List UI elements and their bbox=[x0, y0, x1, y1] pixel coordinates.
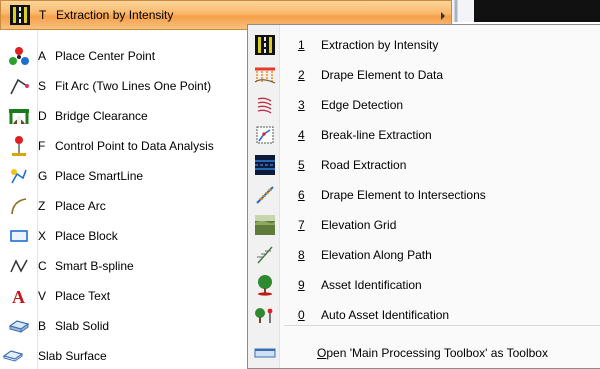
submenu-item-number: 3 bbox=[298, 98, 305, 112]
asset-identification-icon bbox=[254, 274, 276, 296]
block-icon bbox=[8, 225, 30, 247]
text-icon: A bbox=[8, 285, 30, 307]
menu-item-label: Slab Surface bbox=[38, 349, 107, 363]
bspline-icon bbox=[8, 255, 30, 277]
control-point-icon bbox=[8, 135, 30, 157]
submenu-item-8[interactable]: 8 Elevation Along Path bbox=[248, 240, 600, 270]
slab-surface-icon bbox=[2, 345, 24, 367]
bridge-clearance-icon bbox=[8, 105, 30, 127]
menu-item-accelerator: V bbox=[38, 289, 47, 303]
submenu-item-5[interactable]: 5 Road Extraction bbox=[248, 150, 600, 180]
extraction-intensity-icon bbox=[254, 34, 276, 56]
toolbox-icon bbox=[254, 342, 276, 364]
submenu-item-6[interactable]: 6 Drape Element to Intersections bbox=[248, 180, 600, 210]
menu-item-accelerator: G bbox=[38, 169, 48, 183]
slab-solid-icon bbox=[8, 315, 30, 337]
menu-item-label: Place SmartLine bbox=[55, 169, 144, 183]
submenu-item-number: 5 bbox=[298, 158, 305, 172]
accelerator-letter: O bbox=[317, 346, 327, 360]
open-toolbox-label: pen 'Main Processing Toolbox' as Toolbox bbox=[326, 346, 548, 360]
menu-item-label: Smart B-spline bbox=[55, 259, 134, 273]
menu-item-label: Place Center Point bbox=[55, 49, 156, 63]
submenu-item-number: 9 bbox=[298, 278, 305, 292]
submenu-item-number: 0 bbox=[298, 308, 305, 322]
center-point-icon bbox=[8, 45, 30, 67]
submenu-item-label: Edge Detection bbox=[321, 98, 404, 112]
menu-item-label: Place Arc bbox=[55, 199, 106, 213]
submenu-item-number: 4 bbox=[298, 128, 305, 142]
arc-icon bbox=[8, 195, 30, 217]
edge-detection-icon bbox=[254, 94, 276, 116]
menu-item-accelerator: C bbox=[38, 259, 47, 273]
submenu-item-4[interactable]: 4 Break-line Extraction bbox=[248, 120, 600, 150]
extraction-intensity-icon bbox=[9, 4, 31, 26]
submenu-item-label: Drape Element to Data bbox=[321, 68, 444, 82]
submenu-item-label: Extraction by Intensity bbox=[321, 38, 439, 52]
menu-item-label: Bridge Clearance bbox=[55, 109, 148, 123]
submenu-item-label: Road Extraction bbox=[321, 158, 407, 172]
drape-element-icon bbox=[254, 64, 276, 86]
submenu-item-9[interactable]: 9 Asset Identification bbox=[248, 270, 600, 300]
submenu-arrow-icon bbox=[441, 12, 445, 20]
submenu-item-3[interactable]: 3 Edge Detection bbox=[248, 90, 600, 120]
menu-item-accelerator: T bbox=[39, 8, 47, 22]
submenu-separator bbox=[284, 325, 600, 326]
menu-item-label: Control Point to Data Analysis bbox=[55, 139, 214, 153]
submenu-item-number: 7 bbox=[298, 218, 305, 232]
background-window bbox=[430, 0, 600, 22]
road-extraction-icon bbox=[254, 154, 276, 176]
svg-text:A: A bbox=[12, 287, 25, 306]
elevation-grid-icon bbox=[254, 214, 276, 236]
menu-item-accelerator: A bbox=[38, 49, 47, 63]
submenu-item-7[interactable]: 7 Elevation Grid bbox=[248, 210, 600, 240]
submenu-item-label: Open 'Main Processing Toolbox' as Toolbo… bbox=[317, 346, 548, 360]
elevation-path-icon bbox=[254, 244, 276, 266]
submenu-item-number: 6 bbox=[298, 188, 305, 202]
submenu-item-number: 1 bbox=[298, 38, 305, 52]
submenu-item-label: Auto Asset Identification bbox=[321, 308, 450, 322]
submenu-item-2[interactable]: 2 Drape Element to Data bbox=[248, 60, 600, 90]
drape-intersections-icon bbox=[254, 184, 276, 206]
submenu-item-open-toolbox[interactable]: Open 'Main Processing Toolbox' as Toolbo… bbox=[248, 338, 600, 368]
menu-item-accelerator: F bbox=[38, 139, 46, 153]
submenu-item-1[interactable]: 1 Extraction by Intensity bbox=[248, 30, 600, 60]
smartline-icon bbox=[8, 165, 30, 187]
submenu-item-label: Elevation Grid bbox=[321, 218, 397, 232]
submenu-item-label: Asset Identification bbox=[321, 278, 422, 292]
submenu-item-number: 2 bbox=[298, 68, 305, 82]
menu-item-label: Fit Arc (Two Lines One Point) bbox=[55, 79, 212, 93]
menu-item-accelerator: X bbox=[38, 229, 47, 243]
menu-item-label: Slab Solid bbox=[55, 319, 110, 333]
menu-item-accelerator: D bbox=[38, 109, 47, 123]
extraction-submenu: 1 Extraction by Intensity 2 Drape Elemen… bbox=[247, 24, 600, 369]
menu-item-label: Place Text bbox=[55, 289, 111, 303]
fit-arc-icon bbox=[8, 75, 30, 97]
submenu-item-label: Drape Element to Intersections bbox=[321, 188, 486, 202]
breakline-icon bbox=[254, 124, 276, 146]
menu-item-label: Extraction by Intensity bbox=[56, 8, 174, 22]
submenu-item-label: Elevation Along Path bbox=[321, 248, 432, 262]
submenu-item-number: 8 bbox=[298, 248, 305, 262]
menu-item-accelerator: S bbox=[38, 79, 47, 93]
submenu-item-label: Break-line Extraction bbox=[321, 128, 432, 142]
auto-asset-icon bbox=[254, 304, 276, 326]
menu-item-label: Place Block bbox=[55, 229, 118, 243]
menu-item-accelerator: B bbox=[38, 319, 47, 333]
menu-item-accelerator: Z bbox=[38, 199, 46, 213]
